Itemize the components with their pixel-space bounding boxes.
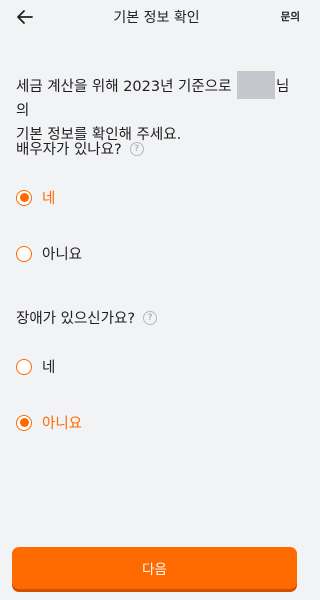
option-label: 네 <box>42 191 56 207</box>
option-label: 네 <box>42 360 56 376</box>
masked-user-name <box>237 71 276 99</box>
help-icon[interactable]: ? <box>129 141 144 156</box>
radio-button[interactable] <box>16 358 32 375</box>
radio-button[interactable] <box>16 414 32 431</box>
disability-option-no[interactable]: 아니요 <box>16 412 82 433</box>
page-title: 기본 정보 확인 <box>113 10 200 26</box>
question-disability-label: 장애가 있으신가요? <box>16 311 136 327</box>
intro-text: 세금 계산을 위해 2023년 기준으로 님의 기본 정보를 확인해 주세요. <box>16 71 301 147</box>
radio-button[interactable] <box>16 245 32 262</box>
inquiry-button[interactable]: 문의 <box>281 9 300 24</box>
disability-option-yes[interactable]: 네 <box>16 356 55 377</box>
header: 기본 정보 확인 문의 <box>0 0 313 34</box>
question-spouse-label: 배우자가 있나요? <box>16 142 122 158</box>
question-spouse: 배우자가 있나요? ? <box>16 138 144 159</box>
question-disability: 장애가 있으신가요? ? <box>16 307 158 328</box>
spouse-option-no[interactable]: 아니요 <box>16 243 82 264</box>
option-label: 아니요 <box>42 416 83 432</box>
next-button[interactable]: 다음 <box>12 547 297 589</box>
intro-line1-before: 세금 계산을 위해 2023년 기준으로 <box>16 79 232 95</box>
help-icon[interactable]: ? <box>143 310 158 325</box>
radio-button[interactable] <box>16 189 32 206</box>
spouse-option-yes[interactable]: 네 <box>16 187 55 208</box>
radio-dot <box>19 418 29 427</box>
option-label: 아니요 <box>42 247 83 263</box>
radio-dot <box>19 193 29 202</box>
